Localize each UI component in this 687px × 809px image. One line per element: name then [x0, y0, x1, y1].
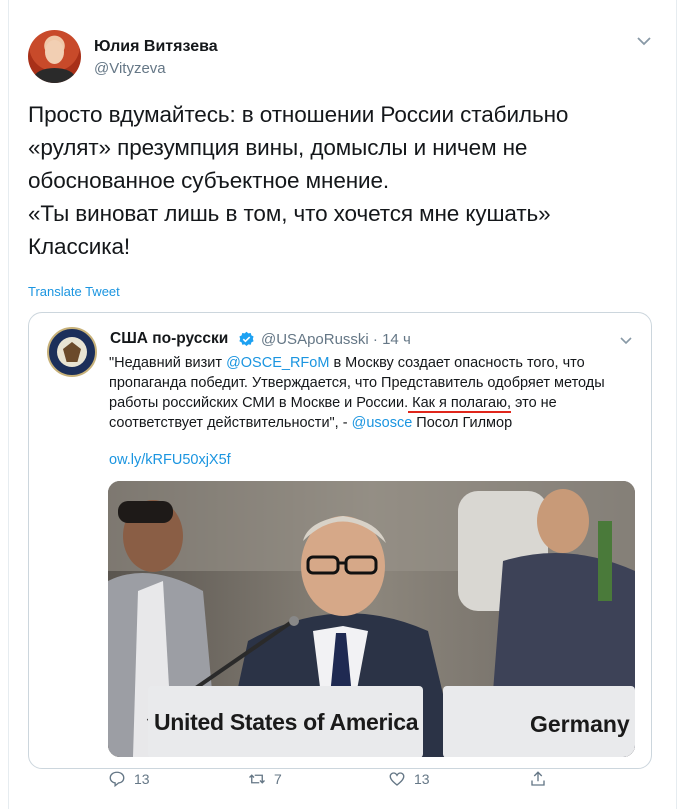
seal-avatar[interactable] [47, 327, 97, 377]
avatar-shoulders [34, 68, 75, 83]
author-avatar[interactable] [28, 30, 81, 83]
chevron-down-icon[interactable] [636, 34, 652, 48]
translate-tweet-link[interactable]: Translate Tweet [28, 284, 120, 299]
mention-link[interactable]: @OSCE_RFoM [226, 355, 329, 371]
quoted-author-handle[interactable]: @USApoRusski · 14 ч [261, 331, 411, 348]
short-link[interactable]: ow.ly/kRFU50xjX5f [109, 452, 231, 468]
author-handle[interactable]: @Vityzeva [94, 60, 166, 77]
share-icon [531, 771, 545, 786]
avatar-face [45, 40, 64, 64]
placard-germany: Germany [530, 711, 630, 737]
share-button[interactable] [529, 770, 547, 788]
like-count: 13 [414, 771, 430, 787]
retweet-icon [249, 774, 265, 784]
retweet-count: 7 [274, 771, 282, 787]
quoted-tweet-text: "Недавний визит @OSCE_RFoM в Москву созд… [109, 353, 639, 433]
quoted-text-part: Посол Гилмор [412, 415, 513, 431]
quoted-chevron-down-icon[interactable] [619, 335, 633, 347]
author-name[interactable]: Юлия Витязева [94, 38, 218, 56]
tweet-photo[interactable]: United States of America Germany [108, 481, 635, 757]
tweet-actions: 13 7 13 [0, 770, 687, 800]
mention-link[interactable]: @usosce [352, 415, 413, 431]
reply-icon [109, 771, 125, 788]
retweet-button[interactable]: 7 [248, 770, 282, 788]
placard-usa: United States of America [154, 709, 419, 735]
quoted-tweet[interactable]: США по-русски @USApoRusski · 14 ч "Недав… [28, 312, 652, 769]
like-button[interactable]: 13 [388, 770, 430, 788]
reply-button[interactable]: 13 [108, 770, 150, 788]
quoted-author-name[interactable]: США по-русски [110, 330, 228, 348]
heart-icon [389, 772, 405, 786]
tweet-text: Просто вдумайтесь: в отношении России ст… [28, 102, 569, 259]
reply-count: 13 [134, 771, 150, 787]
underlined-text: Как я полагаю, [408, 395, 511, 413]
quoted-text-part: "Недавний визит [109, 355, 227, 371]
verified-badge-icon [239, 331, 254, 347]
